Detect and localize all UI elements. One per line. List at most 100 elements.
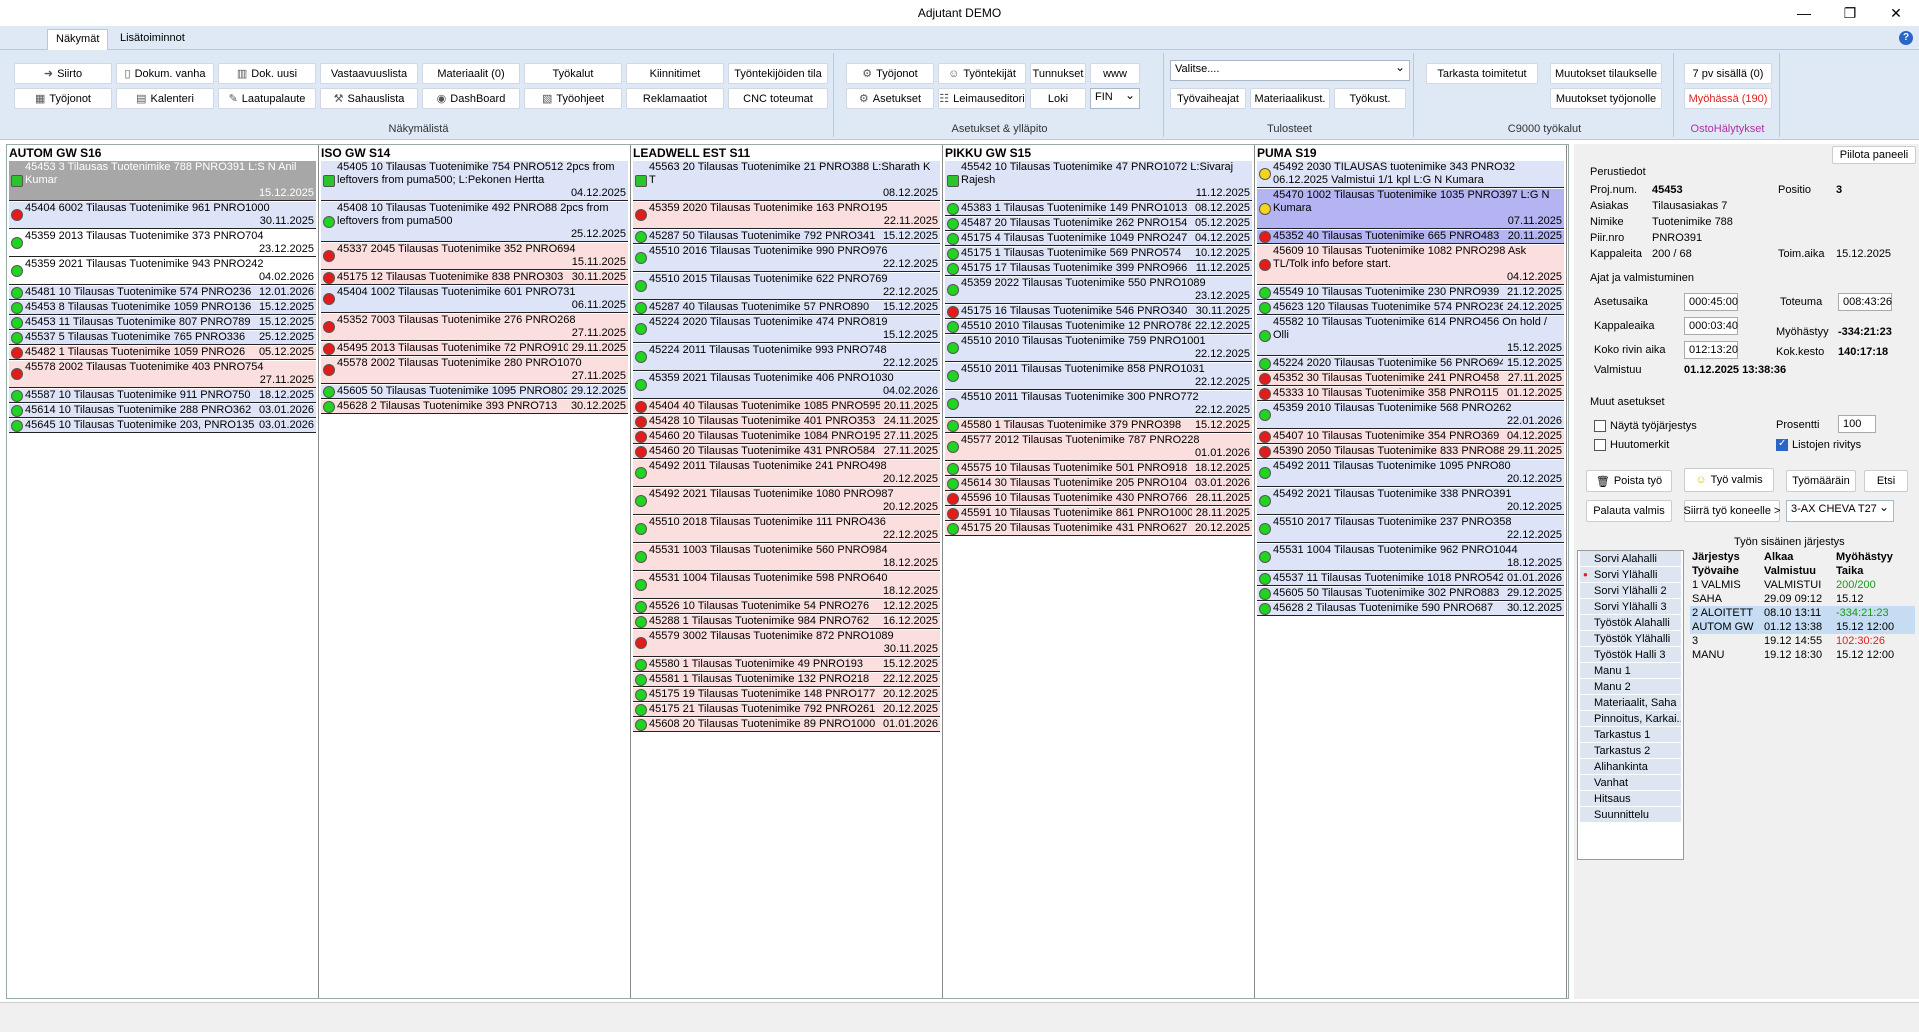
order-row[interactable]: 2 ALOITETT 08.10 13:11 -334:21:23 [1690, 606, 1915, 620]
job-item[interactable]: 45492 2021 Tilausas Tuotenimike 1080 PNR… [633, 488, 940, 515]
job-item[interactable]: 45359 2022 Tilausas Tuotenimike 550 PNRO… [945, 277, 1252, 304]
job-item[interactable]: 45510 2017 Tilausas Tuotenimike 237 PNRO… [1257, 516, 1564, 543]
job-item[interactable]: 45337 2045 Tilausas Tuotenimike 352 PNRO… [321, 243, 628, 270]
koko-field[interactable]: 012:13:20 [1684, 341, 1738, 359]
loki-button[interactable]: Loki [1030, 88, 1086, 109]
machine-list-item[interactable]: Suunnittelu [1580, 807, 1681, 823]
listojen-checkbox[interactable] [1776, 438, 1788, 451]
job-item[interactable]: 45404 1002 Tilausas Tuotenimike 601 PNRO… [321, 286, 628, 313]
job-item[interactable]: 45537 5 Tilausas Tuotenimike 765 PNRO336… [9, 331, 316, 345]
laatupalaute-button[interactable]: ✎ Laatupalaute [218, 88, 316, 109]
valmis-button[interactable]: ☺ Työ valmis [1684, 468, 1774, 492]
job-item[interactable]: 45175 16 Tilausas Tuotenimike 546 PNRO34… [945, 305, 1252, 319]
materiaalikust-button[interactable]: Materiaalikust. [1250, 88, 1330, 109]
job-item[interactable]: 45359 2020 Tilausas Tuotenimike 163 PNRO… [633, 202, 940, 229]
machine-list-item[interactable]: Vanhat [1580, 775, 1681, 791]
machine-list-item[interactable]: Manu 2 [1580, 679, 1681, 695]
close-icon[interactable]: ✕ [1873, 0, 1919, 26]
siirra-button[interactable]: Siirrä työ koneelle > [1684, 500, 1780, 522]
job-item[interactable]: 45628 2 Tilausas Tuotenimike 590 PNRO687… [1257, 602, 1564, 616]
palauta-button[interactable]: Palauta valmis [1586, 500, 1672, 522]
dok-uusi-button[interactable]: ▥ Dok. uusi [218, 63, 316, 84]
job-item[interactable]: 45287 40 Tilausas Tuotenimike 57 PNRO890… [633, 301, 940, 315]
tyovaiheajat-button[interactable]: Työvaiheajat [1170, 88, 1246, 109]
job-item[interactable]: 45492 2021 Tilausas Tuotenimike 338 PNRO… [1257, 488, 1564, 515]
job-item[interactable]: 45578 2002 Tilausas Tuotenimike 403 PNRO… [9, 361, 316, 388]
job-item[interactable]: 45428 10 Tilausas Tuotenimike 401 PNRO35… [633, 415, 940, 429]
job-item[interactable]: 45359 2010 Tilausas Tuotenimike 568 PNRO… [1257, 402, 1564, 429]
tunnukset-button[interactable]: Tunnukset [1030, 63, 1086, 84]
tyojonot-button[interactable]: ▦ Työjonot [14, 88, 112, 109]
asetusaika-field[interactable]: 000:45:00 [1684, 293, 1738, 311]
job-item[interactable]: 45408 10 Tilausas Tuotenimike 492 PNRO88… [321, 202, 628, 242]
job-item[interactable]: 45492 2011 Tilausas Tuotenimike 241 PNRO… [633, 460, 940, 487]
job-item[interactable]: 45175 4 Tilausas Tuotenimike 1049 PNRO24… [945, 232, 1252, 246]
job-item[interactable]: 45531 1004 Tilausas Tuotenimike 962 PNRO… [1257, 544, 1564, 571]
job-item[interactable]: 45526 10 Tilausas Tuotenimike 54 PNRO276… [633, 600, 940, 614]
job-item[interactable]: 45175 20 Tilausas Tuotenimike 431 PNRO62… [945, 522, 1252, 536]
machine-list-item[interactable]: Pinnoitus, Karkai... [1580, 711, 1681, 727]
poista-button[interactable]: 🗑 Poista työ [1586, 470, 1672, 492]
dashboard-button[interactable]: ◉ DashBoard [422, 88, 520, 109]
machine-list-item[interactable]: Työstök Alahalli [1580, 615, 1681, 631]
nayta-checkbox[interactable] [1594, 420, 1606, 432]
job-item[interactable]: 45359 2021 Tilausas Tuotenimike 943 PNRO… [9, 258, 316, 285]
job-item[interactable]: 45591 10 Tilausas Tuotenimike 861 PNRO10… [945, 507, 1252, 521]
job-item[interactable]: 45460 20 Tilausas Tuotenimike 1084 PNRO1… [633, 430, 940, 444]
dokum-vanha-button[interactable]: ▯ Dokum. vanha [116, 63, 214, 84]
7pv-button[interactable]: 7 pv sisällä (0) [1684, 63, 1772, 84]
job-item[interactable]: 45579 3002 Tilausas Tuotenimike 872 PNRO… [633, 630, 940, 657]
job-item[interactable]: 45487 20 Tilausas Tuotenimike 262 PNRO15… [945, 217, 1252, 231]
job-item[interactable]: 45605 50 Tilausas Tuotenimike 302 PNRO88… [1257, 587, 1564, 601]
job-item[interactable]: 45224 2020 Tilausas Tuotenimike 474 PNRO… [633, 316, 940, 343]
job-item[interactable]: 45352 30 Tilausas Tuotenimike 241 PNRO45… [1257, 372, 1564, 386]
tyontekijat-button[interactable]: ☺ Työntekijät [938, 63, 1026, 84]
machine-list-item[interactable]: Manu 1 [1580, 663, 1681, 679]
prosentti-stepper[interactable]: 100 [1838, 415, 1876, 433]
machine-list-item[interactable]: Hitsaus [1580, 791, 1681, 807]
myohassa-button[interactable]: Myöhässä (190) [1684, 88, 1772, 109]
job-item[interactable]: 45510 2018 Tilausas Tuotenimike 111 PNRO… [633, 516, 940, 543]
job-item[interactable]: 45495 2013 Tilausas Tuotenimike 72 PNRO9… [321, 342, 628, 356]
job-item[interactable]: 45549 10 Tilausas Tuotenimike 230 PNRO93… [1257, 286, 1564, 300]
job-item[interactable]: 45224 2020 Tilausas Tuotenimike 56 PNRO6… [1257, 357, 1564, 371]
machine-list-item[interactable]: Sorvi Alahalli [1580, 551, 1681, 567]
job-item[interactable]: 45510 2010 Tilausas Tuotenimike 12 PNRO7… [945, 320, 1252, 334]
muutokset-tyojonolle-button[interactable]: Muutokset työjonolle [1550, 88, 1662, 109]
machine-list-item[interactable]: Materiaalit, Saha [1580, 695, 1681, 711]
job-item[interactable]: 45563 20 Tilausas Tuotenimike 21 PNRO388… [633, 161, 940, 201]
job-item[interactable]: 45614 30 Tilausas Tuotenimike 205 PNRO10… [945, 477, 1252, 491]
kalenteri-button[interactable]: ▤ Kalenteri [116, 88, 214, 109]
machine-list-item[interactable]: Työstök Halli 3 [1580, 647, 1681, 663]
job-item[interactable]: 45453 8 Tilausas Tuotenimike 1059 PNRO13… [9, 301, 316, 315]
job-item[interactable]: 45482 1 Tilausas Tuotenimike 1059 PNRO26… [9, 346, 316, 360]
job-item[interactable]: 45453 11 Tilausas Tuotenimike 807 PNRO78… [9, 316, 316, 330]
job-item[interactable]: 45537 11 Tilausas Tuotenimike 1018 PNRO5… [1257, 572, 1564, 586]
job-item[interactable]: 45581 1 Tilausas Tuotenimike 132 PNRO218… [633, 673, 940, 687]
job-item[interactable]: 45542 10 Tilausas Tuotenimike 47 PNRO107… [945, 161, 1252, 201]
job-item[interactable]: 45460 20 Tilausas Tuotenimike 431 PNRO58… [633, 445, 940, 459]
job-item[interactable]: 45359 2013 Tilausas Tuotenimike 373 PNRO… [9, 230, 316, 257]
job-item[interactable]: 45175 17 Tilausas Tuotenimike 399 PNRO96… [945, 262, 1252, 276]
job-item[interactable]: 45390 2050 Tilausas Tuotenimike 833 PNRO… [1257, 445, 1564, 459]
machine-list-item[interactable]: Sorvi Ylähalli 2 [1580, 583, 1681, 599]
machine-list-item[interactable]: Työstök Ylähalli [1580, 631, 1681, 647]
report-select[interactable]: Valitse.... [1170, 60, 1410, 81]
job-item[interactable]: 45175 19 Tilausas Tuotenimike 148 PNRO17… [633, 688, 940, 702]
tyokust-button[interactable]: Työkust. [1334, 88, 1406, 109]
machine-select[interactable]: 3-AX CHEVA T27 [1786, 500, 1894, 522]
tarkasta-toimitetut-button[interactable]: Tarkasta toimitetut [1426, 63, 1538, 84]
tyokalut-button[interactable]: Työkalut [524, 63, 622, 84]
job-item[interactable]: 45492 2030 TILAUSAS tuotenimike 343 PNRO… [1257, 161, 1564, 188]
job-item[interactable]: 45510 2015 Tilausas Tuotenimike 622 PNRO… [633, 273, 940, 300]
job-item[interactable]: 45510 2016 Tilausas Tuotenimike 990 PNRO… [633, 245, 940, 272]
language-select[interactable]: FIN [1090, 88, 1140, 109]
tyomaarain-button[interactable]: Työmääräin [1786, 470, 1856, 492]
job-item[interactable]: 45175 1 Tilausas Tuotenimike 569 PNRO574… [945, 247, 1252, 261]
job-item[interactable]: 45531 1003 Tilausas Tuotenimike 560 PNRO… [633, 544, 940, 571]
job-item[interactable]: 45175 21 Tilausas Tuotenimike 792 PNRO26… [633, 703, 940, 717]
job-item[interactable]: 45333 10 Tilausas Tuotenimike 358 PNRO11… [1257, 387, 1564, 401]
etsi-button[interactable]: Etsi [1864, 470, 1908, 492]
order-row[interactable]: MANU 19.12 18:30 15.12 12:00 [1690, 648, 1915, 662]
job-item[interactable]: 45359 2021 Tilausas Tuotenimike 406 PNRO… [633, 372, 940, 399]
